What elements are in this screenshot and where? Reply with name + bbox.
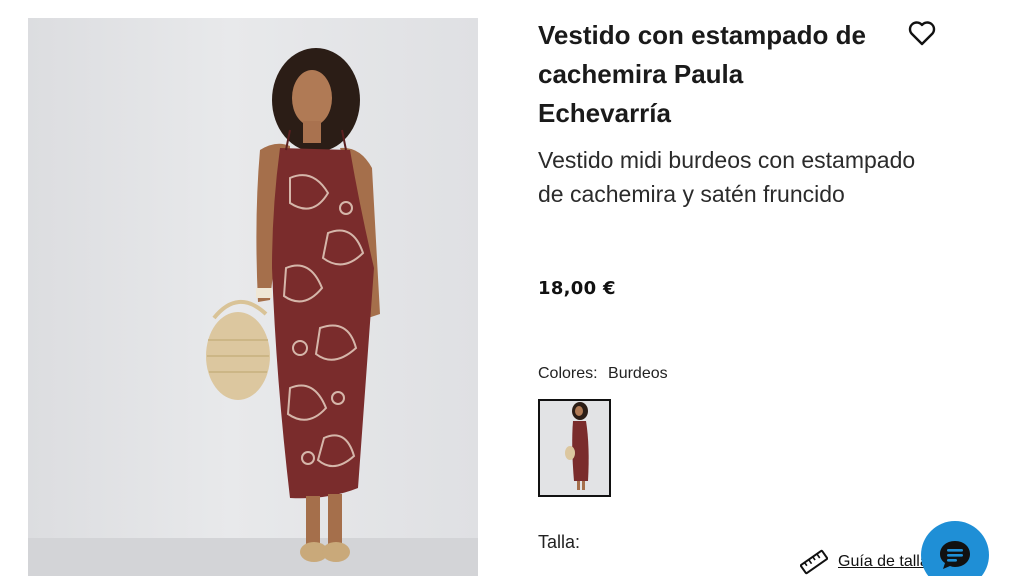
product-title: Vestido con estampado de cachemira Paula…: [538, 20, 866, 128]
chat-bubble-icon: [940, 541, 970, 569]
size-label: Talla:: [538, 532, 581, 552]
color-selector-label: Colores: Burdeos: [538, 365, 668, 383]
heart-outline-icon: [908, 21, 936, 46]
product-description: Vestido midi burdeos con estampado de ca…: [538, 147, 916, 207]
ruler-icon: [800, 549, 828, 575]
chat-button[interactable]: [921, 521, 989, 576]
color-swatch-burdeos[interactable]: [538, 399, 611, 497]
product-main-image[interactable]: [28, 18, 478, 576]
color-swatch-thumbnail: [540, 401, 609, 495]
colors-label: Colores:: [538, 365, 598, 382]
wishlist-button[interactable]: [905, 18, 939, 48]
product-price: 18,00 €: [538, 278, 616, 299]
model-illustration: [28, 48, 478, 576]
size-guide-link[interactable]: Guía de tallas: [800, 549, 937, 575]
selected-color: Burdeos: [608, 365, 668, 382]
product-page: Vestido con estampado de cachemira Paula…: [0, 0, 1024, 576]
